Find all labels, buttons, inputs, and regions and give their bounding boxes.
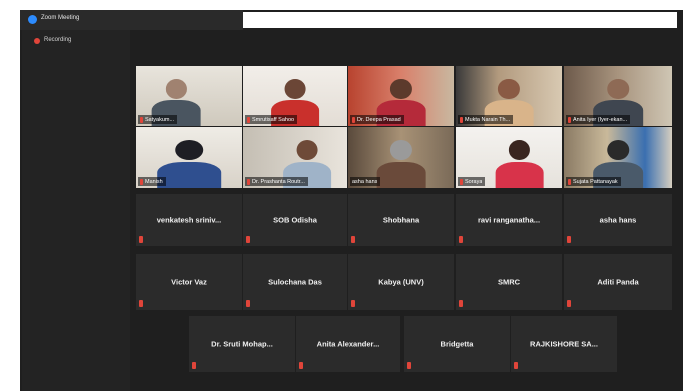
muted-mic-icon	[247, 116, 250, 123]
participant-tile[interactable]: asha hans	[564, 194, 672, 246]
participant-name: Dr. Prashanta Routr...	[252, 178, 305, 185]
muted-mic-icon	[459, 236, 463, 243]
video-tile[interactable]: Smrutisaff Sahoo	[243, 66, 347, 126]
participant-name: Dr. Sruti Mohap...	[211, 339, 273, 349]
participant-name: SMRC	[497, 277, 521, 287]
muted-mic-icon	[459, 300, 463, 307]
recording-label: Recording	[44, 37, 72, 43]
participant-tile[interactable]: venkatesh sriniv...	[136, 194, 242, 246]
muted-mic-icon	[514, 362, 518, 369]
muted-mic-icon	[460, 116, 463, 123]
muted-mic-icon	[460, 178, 463, 185]
participant-name: Sulochana Das	[268, 277, 322, 287]
participant-name: Satyakum...	[145, 116, 175, 123]
participant-name: SOB Odisha	[273, 215, 317, 225]
participant-name-bar: asha hans	[350, 177, 381, 186]
video-tile[interactable]: Dr. Prashanta Routr...	[243, 127, 347, 188]
participant-tile[interactable]: Kabya (UNV)	[348, 254, 454, 310]
participant-tile[interactable]: SMRC	[456, 254, 562, 310]
muted-mic-icon	[352, 116, 355, 123]
participant-name-bar: Satyakum...	[138, 115, 178, 124]
muted-mic-icon	[299, 362, 303, 369]
participant-video	[495, 140, 544, 188]
muted-mic-icon	[351, 300, 355, 307]
participant-name: Bridgetta	[440, 339, 474, 349]
zoom-logo-icon	[28, 15, 37, 24]
participant-name: asha hans	[352, 178, 378, 185]
muted-mic-icon	[568, 116, 571, 123]
participant-name: Manish	[145, 178, 163, 185]
title-bar-left: Zoom Meeting	[20, 10, 243, 30]
participant-name: venkatesh sriniv...	[156, 215, 222, 225]
muted-mic-icon	[247, 178, 250, 185]
participant-name: Dr. Deepa Prasad	[357, 116, 401, 123]
participant-video	[376, 140, 426, 188]
video-tile[interactable]: Satyakum...	[136, 66, 242, 126]
participant-name: Anita Iyer (Iyer-ekan...	[573, 116, 628, 123]
video-tile[interactable]: Mukta Narain Th...	[456, 66, 562, 126]
title-bar-blank	[243, 12, 677, 28]
participant-name: Anita Alexander...	[316, 339, 380, 349]
participant-name-bar: Manish	[138, 177, 166, 186]
active-speaker-tile[interactable]: asha hans	[348, 127, 454, 188]
muted-mic-icon	[139, 236, 143, 243]
participant-tile[interactable]: ravi ranganatha...	[456, 194, 562, 246]
muted-mic-icon	[567, 300, 571, 307]
video-tile[interactable]: Anita Iyer (Iyer-ekan...	[564, 66, 672, 126]
muted-mic-icon	[192, 362, 196, 369]
video-tile[interactable]: Dr. Deepa Prasad	[348, 66, 454, 126]
muted-mic-icon	[567, 236, 571, 243]
muted-mic-icon	[140, 116, 143, 123]
participant-name: Shobhana	[382, 215, 420, 225]
participant-tile[interactable]: Anita Alexander...	[296, 316, 400, 372]
left-panel: Recording	[22, 30, 130, 391]
muted-mic-icon	[246, 236, 250, 243]
participant-tile[interactable]: Dr. Sruti Mohap...	[189, 316, 295, 372]
participant-name: Mukta Narain Th...	[465, 116, 511, 123]
muted-mic-icon	[407, 362, 411, 369]
participant-name: Soraya	[465, 178, 483, 185]
participant-tile[interactable]: Shobhana	[348, 194, 454, 246]
participant-name: Sujata Pattanayak	[573, 178, 618, 185]
participant-tile[interactable]: RAJKISHORE SA...	[511, 316, 617, 372]
participant-tile[interactable]: SOB Odisha	[243, 194, 347, 246]
participant-name-bar: Smrutisaff Sahoo	[245, 115, 298, 124]
recording-icon	[34, 38, 40, 44]
title-bar: Zoom Meeting	[20, 10, 683, 30]
participant-video	[157, 140, 221, 188]
muted-mic-icon	[568, 178, 571, 185]
participant-name-bar: Mukta Narain Th...	[458, 115, 514, 124]
muted-mic-icon	[139, 300, 143, 307]
participant-tile[interactable]: Victor Vaz	[136, 254, 242, 310]
participant-name-bar: Dr. Deepa Prasad	[350, 115, 404, 124]
window-title: Zoom Meeting	[41, 15, 80, 21]
muted-mic-icon	[140, 178, 143, 185]
participant-tile[interactable]: Sulochana Das	[243, 254, 347, 310]
participant-name-bar: Soraya	[458, 177, 486, 186]
participant-name: asha hans	[599, 215, 637, 225]
muted-mic-icon	[246, 300, 250, 307]
video-tile[interactable]: Soraya	[456, 127, 562, 188]
participant-tile[interactable]: Bridgetta	[404, 316, 510, 372]
participant-name-bar: Dr. Prashanta Routr...	[245, 177, 308, 186]
video-tile[interactable]: Sujata Pattanayak	[564, 127, 672, 188]
video-tile[interactable]: Manish	[136, 127, 242, 188]
participant-name: Victor Vaz	[171, 277, 207, 287]
participant-name-bar: Anita Iyer (Iyer-ekan...	[566, 115, 631, 124]
muted-mic-icon	[351, 236, 355, 243]
participant-name: RAJKISHORE SA...	[530, 339, 598, 349]
participant-name: ravi ranganatha...	[477, 215, 541, 225]
participant-name: Kabya (UNV)	[378, 277, 424, 287]
participant-name-bar: Sujata Pattanayak	[566, 177, 621, 186]
participant-name: Smrutisaff Sahoo	[252, 116, 295, 123]
participant-name: Aditi Panda	[597, 277, 639, 287]
participant-tile[interactable]: Aditi Panda	[564, 254, 672, 310]
